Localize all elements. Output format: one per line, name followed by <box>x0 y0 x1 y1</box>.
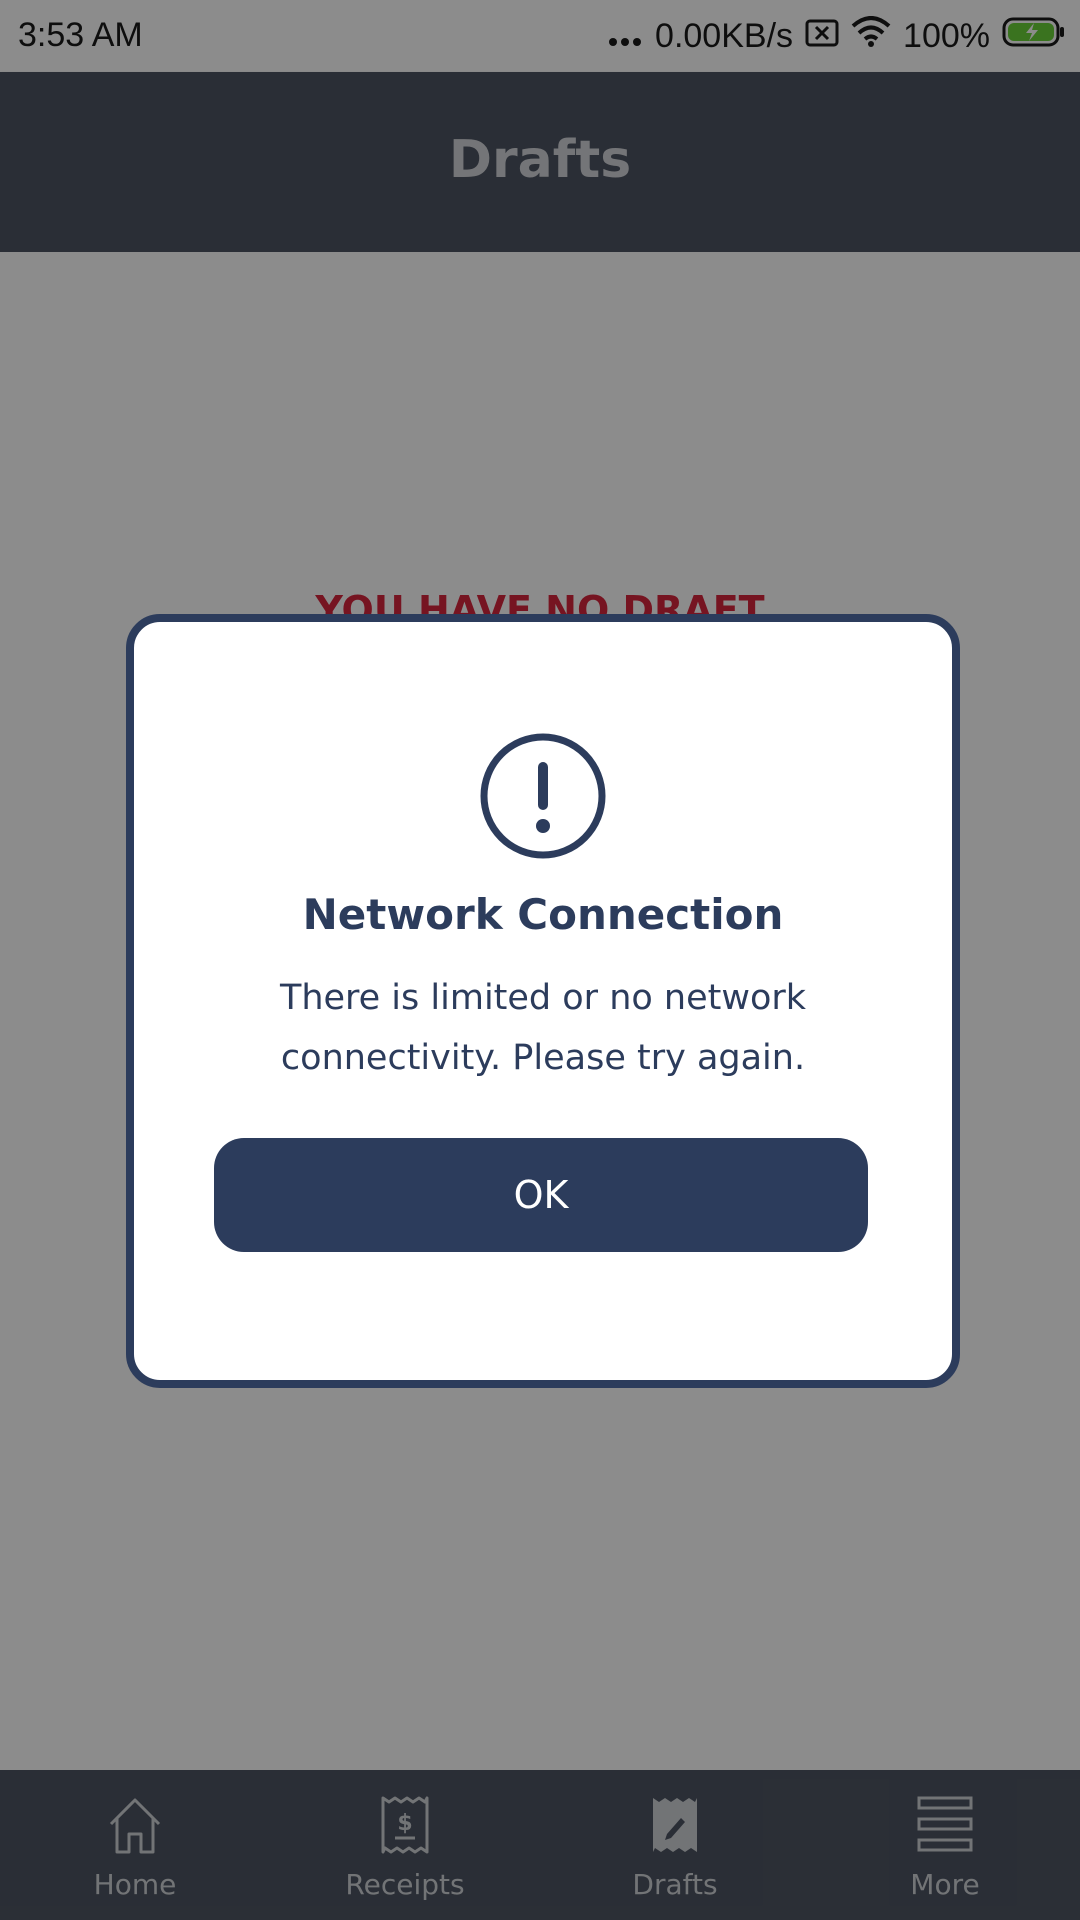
exclamation-circle-icon <box>479 732 607 864</box>
dialog-message: There is limited or no network connectiv… <box>279 978 807 1078</box>
dialog-title: Network Connection <box>302 890 784 939</box>
ok-button[interactable]: OK <box>214 1138 868 1252</box>
network-alert-dialog: Network Connection There is limited or n… <box>126 614 960 1388</box>
modal-backdrop[interactable]: Network Connection There is limited or n… <box>0 0 1080 1920</box>
